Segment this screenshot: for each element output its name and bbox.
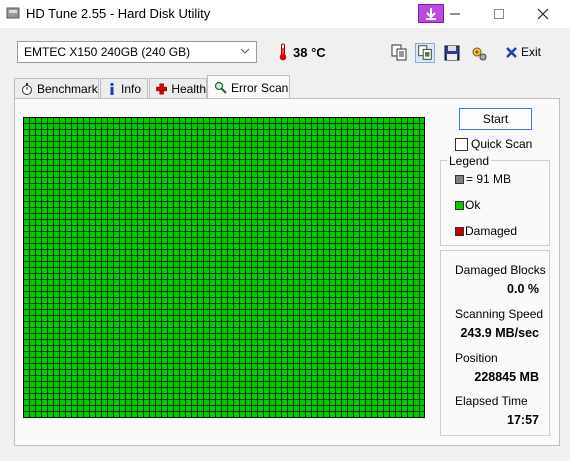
exit-label: Exit	[521, 45, 542, 59]
position-value: 228845 MB	[474, 370, 539, 384]
scanning-speed-value: 243.9 MB/sec	[460, 326, 539, 340]
legend-swatch-ok	[455, 201, 464, 210]
quick-scan-checkbox[interactable]	[455, 138, 468, 151]
legend-label-damaged: Damaged	[465, 224, 518, 238]
exit-x-icon	[506, 46, 517, 58]
elapsed-time-value: 17:57	[507, 413, 539, 427]
app-icon	[6, 7, 20, 19]
options-button[interactable]	[469, 43, 489, 63]
damaged-blocks-value: 0.0 %	[507, 282, 539, 296]
stats-box	[440, 250, 550, 436]
maximize-icon	[494, 9, 504, 19]
options-gear-icon	[472, 47, 487, 61]
scanning-speed-label: Scanning Speed	[455, 307, 544, 321]
start-button[interactable]: Start	[459, 108, 532, 130]
damaged-blocks-label: Damaged Blocks	[455, 263, 546, 277]
minimize-icon	[450, 13, 460, 15]
temperature-readout: 38 °C	[293, 45, 326, 60]
maximize-button[interactable]	[484, 4, 514, 24]
tab-label: Benchmark	[37, 81, 98, 96]
scan-block-grid	[23, 117, 425, 418]
elapsed-time-label: Elapsed Time	[455, 394, 528, 408]
tab-info[interactable]: Info	[100, 78, 148, 98]
chevron-down-icon	[240, 44, 250, 61]
tab-label: Error Scan	[231, 80, 289, 95]
tab-health[interactable]: Health	[149, 78, 207, 98]
close-icon	[537, 8, 549, 20]
position-label: Position	[455, 351, 498, 365]
copy-text-button[interactable]	[389, 43, 409, 63]
minimize-button[interactable]	[440, 4, 470, 24]
copy-image-icon	[418, 45, 432, 60]
drive-select[interactable]: EMTEC X150 240GB (240 GB)	[17, 41, 257, 63]
start-button-label: Start	[482, 112, 509, 126]
legend-swatch-damaged	[455, 227, 464, 236]
drive-select-value: EMTEC X150 240GB (240 GB)	[24, 45, 191, 59]
quick-scan-label: Quick Scan	[471, 137, 533, 151]
tab-label: Health	[171, 81, 206, 96]
legend-label-block-size: = 91 MB	[466, 172, 512, 186]
close-button[interactable]	[528, 4, 558, 24]
tab-label: Info	[121, 81, 142, 96]
legend-label-ok: Ok	[465, 198, 481, 212]
save-button[interactable]	[442, 43, 462, 63]
tab-error-scan[interactable]: Error Scan	[207, 75, 290, 99]
legend-title: Legend	[447, 154, 492, 168]
magnifier-icon	[214, 81, 227, 94]
copy-screenshot-button[interactable]	[415, 43, 435, 63]
stopwatch-icon	[22, 82, 32, 95]
thermometer-icon	[279, 43, 287, 61]
copy-icon	[391, 44, 407, 61]
health-cross-icon	[156, 83, 168, 94]
floppy-disk-icon	[444, 45, 460, 61]
tab-benchmark[interactable]: Benchmark	[14, 78, 99, 98]
legend-swatch-block-size	[455, 175, 464, 184]
info-icon	[110, 82, 114, 95]
window-title: HD Tune 2.55 - Hard Disk Utility	[26, 6, 211, 21]
exit-button[interactable]: Exit	[505, 45, 541, 59]
